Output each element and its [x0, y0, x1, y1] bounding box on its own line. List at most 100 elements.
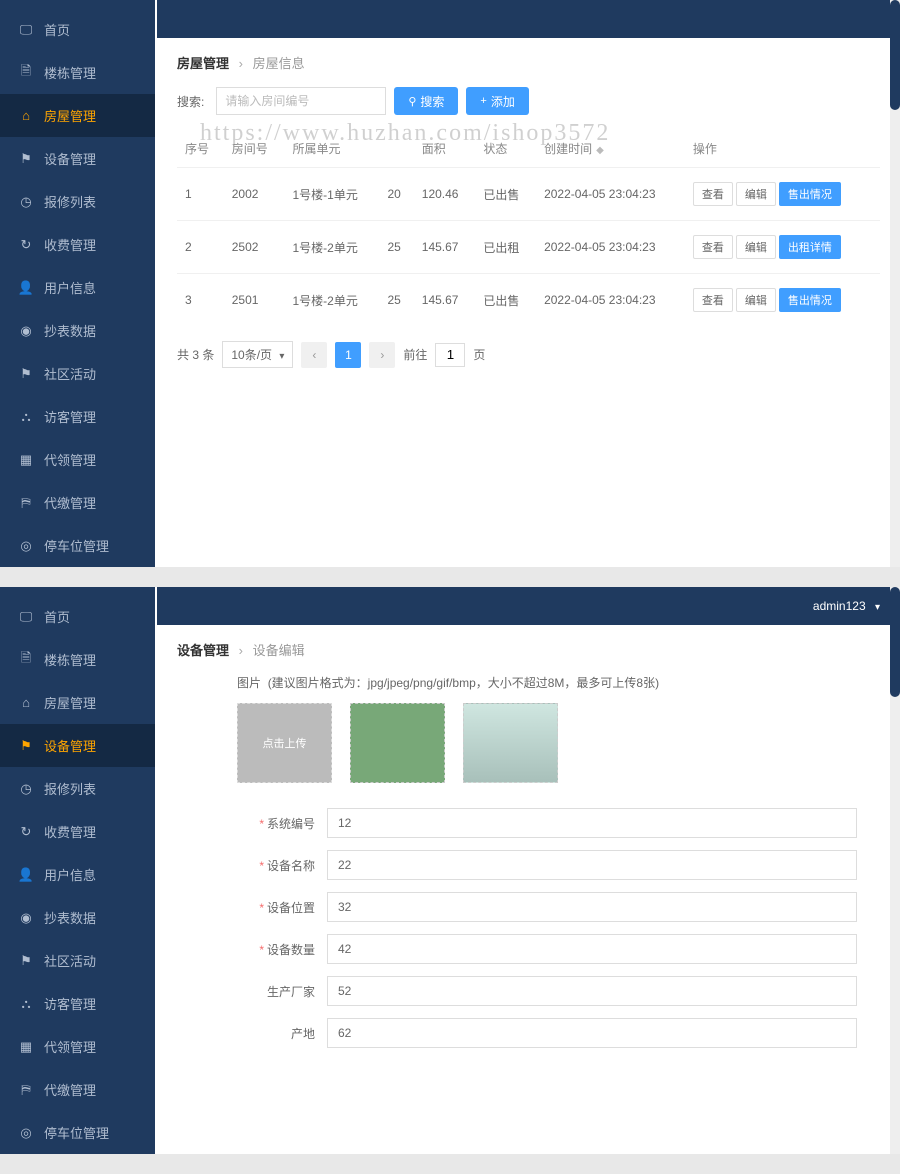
next-page-button[interactable]: ›	[369, 342, 395, 368]
col-header-2: 所属单元	[284, 130, 379, 168]
sidebar-item-8[interactable]: ⚑社区活动	[0, 352, 155, 395]
action-button-0[interactable]: 查看	[693, 288, 733, 312]
action-button-0[interactable]: 查看	[693, 182, 733, 206]
action-button-2[interactable]: 出租详情	[779, 235, 841, 259]
form-input-4[interactable]	[327, 976, 857, 1006]
sidebar-item-3[interactable]: ⚑设备管理	[0, 724, 155, 767]
sidebar-item-10[interactable]: ▦代领管理	[0, 1025, 155, 1068]
sidebar-item-label: 抄表数据	[44, 321, 96, 340]
form-label: 产地	[237, 1025, 327, 1042]
sidebar-item-9[interactable]: ⛬访客管理	[0, 982, 155, 1025]
table-header-row: 序号房间号所属单元面积状态创建时间◆操作	[177, 130, 880, 168]
breadcrumb-sub: 设备编辑	[253, 643, 305, 658]
action-button-1[interactable]: 编辑	[736, 235, 776, 259]
form-row-1: *设备名称	[237, 850, 880, 880]
sidebar-item-5[interactable]: ↻收费管理	[0, 223, 155, 266]
form-input-3[interactable]	[327, 934, 857, 964]
sidebar-item-2[interactable]: ⌂房屋管理	[0, 681, 155, 724]
search-input[interactable]	[216, 87, 386, 115]
cell-area: 120.46	[414, 168, 476, 221]
scrollbar[interactable]	[890, 0, 900, 567]
uploaded-image-2[interactable]	[463, 703, 558, 783]
visitor-icon: ⛬	[18, 409, 34, 425]
sort-icon[interactable]: ◆	[596, 145, 604, 156]
sidebar-item-7[interactable]: ◉抄表数据	[0, 896, 155, 939]
user-icon: 👤	[18, 280, 34, 296]
sidebar-item-5[interactable]: ↻收费管理	[0, 810, 155, 853]
sidebar-item-6[interactable]: 👤用户信息	[0, 853, 155, 896]
breadcrumb-sub: 房屋信息	[253, 56, 305, 71]
sidebar-item-7[interactable]: ◉抄表数据	[0, 309, 155, 352]
upload-row: 点击上传	[237, 703, 880, 783]
col-header-7: 操作	[685, 130, 880, 168]
sidebar-item-label: 代领管理	[44, 450, 96, 469]
sidebar-item-4[interactable]: ◷报修列表	[0, 767, 155, 810]
doc-icon: 🗎	[18, 65, 34, 81]
goto-label: 前往	[403, 346, 427, 363]
sidebar-item-12[interactable]: ◎停车位管理	[0, 1111, 155, 1154]
sidebar-item-2[interactable]: ⌂房屋管理	[0, 94, 155, 137]
sidebar-item-0[interactable]: 🖵首页	[0, 595, 155, 638]
cell-time: 2022-04-05 23:04:23	[536, 221, 685, 274]
sidebar-item-10[interactable]: ▦代领管理	[0, 438, 155, 481]
prev-page-button[interactable]: ‹	[301, 342, 327, 368]
house-table: 序号房间号所属单元面积状态创建时间◆操作 120021号楼-1单元20120.4…	[177, 130, 880, 326]
action-button-2[interactable]: 售出情况	[779, 182, 841, 206]
flag-icon: ⚑	[18, 738, 34, 754]
pagination: 共 3 条 10条/页 ▾ ‹ 1 › 前往 页	[177, 341, 880, 368]
form-row-3: *设备数量	[237, 934, 880, 964]
goto-input[interactable]	[435, 343, 465, 367]
form-input-5[interactable]	[327, 1018, 857, 1048]
form-input-0[interactable]	[327, 808, 857, 838]
sidebar-item-8[interactable]: ⚑社区活动	[0, 939, 155, 982]
search-button[interactable]: ⚲ 搜索	[394, 87, 458, 115]
upload-placeholder[interactable]: 点击上传	[237, 703, 332, 783]
sidebar-item-3[interactable]: ⚑ 设备管理	[0, 137, 155, 180]
sidebar-item-12[interactable]: ◎停车位管理	[0, 524, 155, 567]
sidebar-item-1[interactable]: 🗎楼栋管理	[0, 51, 155, 94]
action-button-1[interactable]: 编辑	[736, 182, 776, 206]
scrollbar[interactable]	[890, 587, 900, 1154]
main-area: admin123 ▾ 设备管理 › 设备编辑 图片 (建议图片格式为：jpg/j…	[157, 587, 900, 1154]
cell-actions: 查看编辑售出情况	[685, 274, 880, 327]
form-input-2[interactable]	[327, 892, 857, 922]
monitor-icon: 🖵	[18, 609, 34, 625]
sidebar-item-label: 楼栋管理	[44, 650, 96, 669]
sidebar-item-11[interactable]: ⛿代缴管理	[0, 481, 155, 524]
form-input-1[interactable]	[327, 850, 857, 880]
sidebar-item-11[interactable]: ⛿代缴管理	[0, 1068, 155, 1111]
flag-icon: ⚑	[18, 151, 34, 167]
form-label: *系统编号	[237, 815, 327, 832]
add-button[interactable]: + 添加	[466, 87, 528, 115]
park-icon: ◎	[18, 1125, 34, 1141]
uploaded-image-1[interactable]	[350, 703, 445, 783]
required-star: *	[259, 943, 264, 957]
action-button-1[interactable]: 编辑	[736, 288, 776, 312]
page-1-button[interactable]: 1	[335, 342, 361, 368]
sidebar-item-4[interactable]: ◷报修列表	[0, 180, 155, 223]
user-label[interactable]: admin123	[813, 599, 866, 613]
sidebar-item-9[interactable]: ⛬访客管理	[0, 395, 155, 438]
cell-time: 2022-04-05 23:04:23	[536, 274, 685, 327]
search-label: 搜索:	[177, 93, 204, 110]
form-row-0: *系统编号	[237, 808, 880, 838]
sidebar-item-1[interactable]: 🗎楼栋管理	[0, 638, 155, 681]
house-icon: ⌂	[18, 108, 34, 124]
action-button-0[interactable]: 查看	[693, 235, 733, 259]
breadcrumb-main: 房屋管理	[177, 56, 229, 71]
sidebar-item-6[interactable]: 👤用户信息	[0, 266, 155, 309]
form-label: *设备位置	[237, 899, 327, 916]
house-icon: ⌂	[18, 695, 34, 711]
table-row: 325011号楼-2单元25145.67已出售2022-04-05 23:04:…	[177, 274, 880, 327]
action-button-2[interactable]: 售出情况	[779, 288, 841, 312]
sidebar-item-label: 用户信息	[44, 865, 96, 884]
sidebar-item-0[interactable]: 🖵首页	[0, 8, 155, 51]
sidebar-item-label: 首页	[44, 20, 70, 39]
clock-icon: ◷	[18, 781, 34, 797]
col-header-3	[380, 130, 414, 168]
breadcrumb-main: 设备管理	[177, 643, 229, 658]
page-size-select[interactable]: 10条/页 ▾	[222, 341, 293, 368]
sidebar-item-label: 设备管理	[44, 149, 96, 168]
sidebar-item-label: 停车位管理	[44, 536, 109, 555]
chevron-down-icon: ▾	[875, 602, 880, 613]
